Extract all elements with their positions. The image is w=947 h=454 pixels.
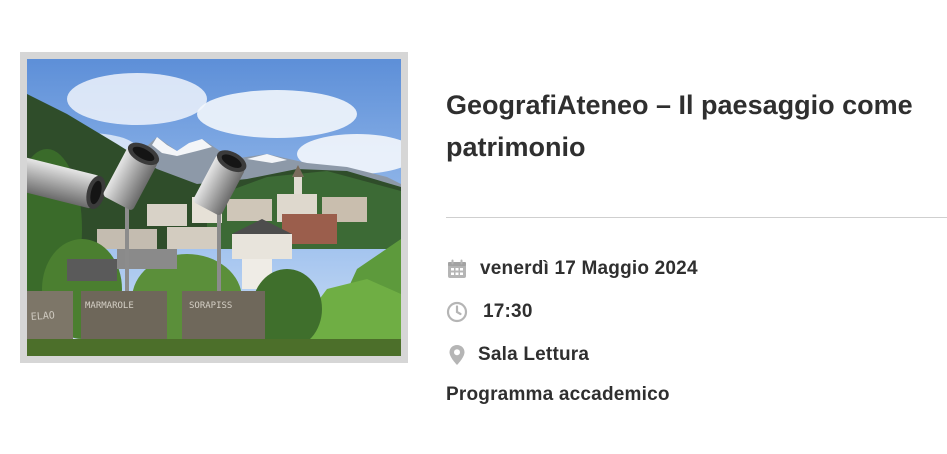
- calendar-icon: [446, 258, 468, 280]
- svg-text:SORAPISS: SORAPISS: [189, 301, 232, 311]
- map-pin-icon: [446, 344, 468, 366]
- event-time: 17:30: [483, 301, 533, 322]
- event-photo: ELAO MARMAROLE SORAPISS: [27, 59, 401, 356]
- event-location-row: Sala Lettura: [446, 342, 589, 368]
- svg-text:ELAO: ELAO: [30, 310, 55, 323]
- clock-icon: [446, 301, 468, 323]
- event-title[interactable]: GeografiAteneo – Il paesaggio come patri…: [446, 84, 941, 168]
- event-category[interactable]: Programma accademico: [446, 384, 670, 406]
- event-date: venerdì 17 Maggio 2024: [480, 258, 698, 279]
- event-location: Sala Lettura: [478, 344, 590, 365]
- event-image-frame[interactable]: ELAO MARMAROLE SORAPISS: [20, 52, 408, 363]
- divider: [446, 217, 947, 218]
- svg-text:MARMAROLE: MARMAROLE: [85, 301, 134, 311]
- event-time-row: 17:30: [446, 299, 533, 325]
- event-date-row: venerdì 17 Maggio 2024: [446, 256, 698, 282]
